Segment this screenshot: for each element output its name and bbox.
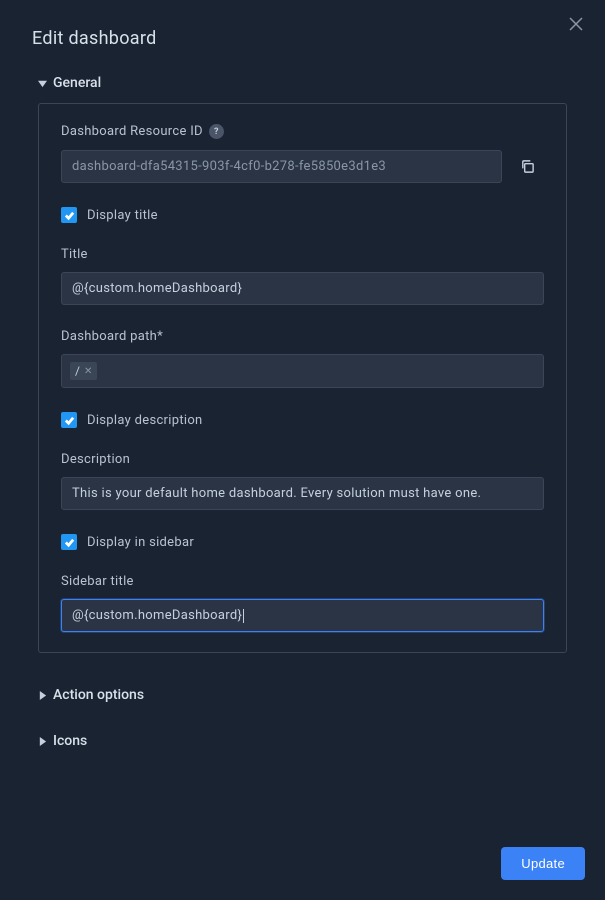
- section-body-general: Dashboard Resource ID ? Display title T: [38, 103, 567, 653]
- section-label: Action options: [53, 687, 144, 703]
- edit-dashboard-dialog: Edit dashboard General Dashboard Resourc…: [0, 0, 605, 900]
- caret-right-icon: [38, 691, 47, 700]
- section-label: Icons: [53, 733, 87, 749]
- dialog-footer: Update: [501, 847, 585, 880]
- field-label: Dashboard path*: [61, 329, 544, 344]
- field-label: Description: [61, 452, 544, 467]
- field-resource-id: Dashboard Resource ID ?: [61, 124, 544, 183]
- field-dashboard-path: Dashboard path* / ✕: [61, 329, 544, 388]
- close-button[interactable]: [569, 16, 589, 36]
- section-label: General: [53, 75, 101, 91]
- checkbox-display-in-sidebar[interactable]: Display in sidebar: [61, 534, 544, 550]
- field-sidebar-title: Sidebar title @{custom.homeDashboard}: [61, 574, 544, 632]
- path-chip: / ✕: [70, 362, 97, 380]
- section-toggle-action-options[interactable]: Action options: [38, 683, 585, 707]
- checkbox-icon: [61, 207, 77, 223]
- remove-chip-icon[interactable]: ✕: [84, 366, 92, 377]
- description-input[interactable]: [61, 477, 544, 510]
- checkbox-label: Display title: [87, 208, 158, 223]
- copy-button[interactable]: [510, 149, 544, 183]
- checkbox-icon: [61, 534, 77, 550]
- field-label: Dashboard Resource ID ?: [61, 124, 544, 139]
- resource-id-input[interactable]: [61, 150, 502, 183]
- help-icon[interactable]: ?: [209, 124, 224, 139]
- field-description: Description: [61, 452, 544, 510]
- section-toggle-general[interactable]: General: [38, 71, 585, 95]
- update-button[interactable]: Update: [501, 847, 585, 880]
- checkbox-label: Display description: [87, 413, 203, 428]
- close-icon: [569, 17, 583, 31]
- section-toggle-icons[interactable]: Icons: [38, 729, 585, 753]
- caret-right-icon: [38, 737, 47, 746]
- checkbox-display-description[interactable]: Display description: [61, 412, 544, 428]
- field-title: Title: [61, 247, 544, 305]
- dashboard-path-input[interactable]: / ✕: [61, 354, 544, 388]
- checkbox-icon: [61, 412, 77, 428]
- checkbox-label: Display in sidebar: [87, 535, 194, 550]
- field-label: Sidebar title: [61, 574, 544, 589]
- title-input[interactable]: [61, 272, 544, 305]
- sidebar-title-input[interactable]: @{custom.homeDashboard}: [61, 599, 544, 632]
- caret-down-icon: [38, 79, 47, 88]
- dialog-title: Edit dashboard: [32, 28, 585, 49]
- copy-icon: [520, 159, 535, 174]
- checkbox-display-title[interactable]: Display title: [61, 207, 544, 223]
- field-label: Title: [61, 247, 544, 262]
